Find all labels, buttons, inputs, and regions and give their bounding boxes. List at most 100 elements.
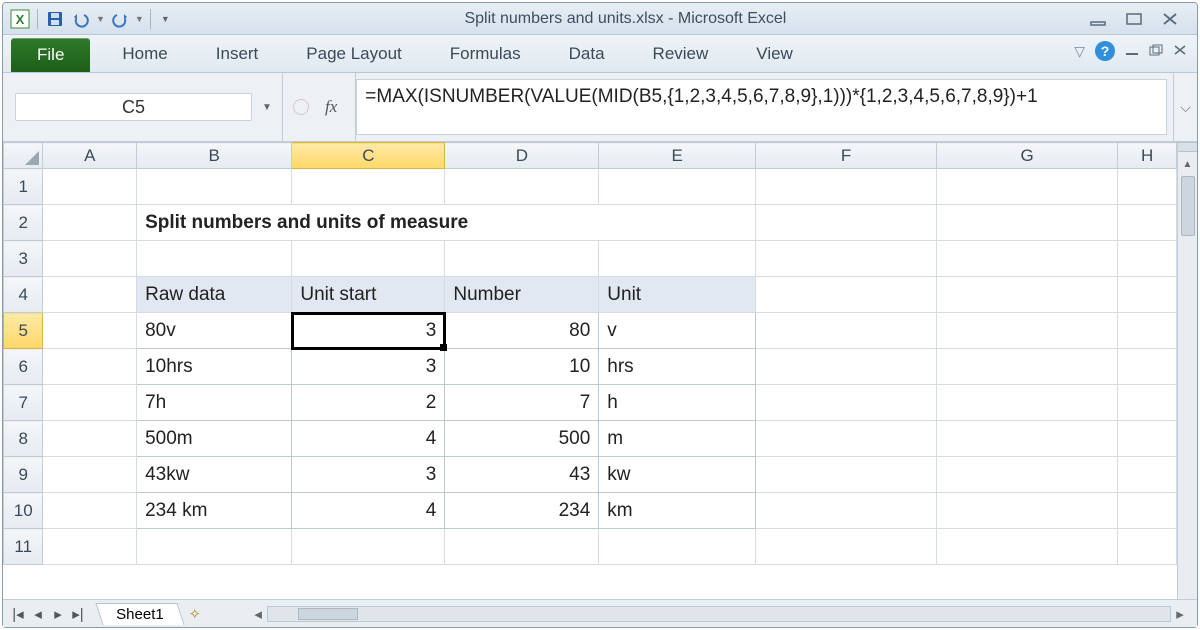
- horizontal-scrollbar[interactable]: ◂ ▸: [241, 605, 1197, 623]
- cell-D6[interactable]: 10: [445, 349, 599, 385]
- col-header-D[interactable]: D: [445, 143, 599, 169]
- vertical-scrollbar[interactable]: ▲: [1177, 142, 1197, 599]
- minimize-icon[interactable]: [1089, 12, 1107, 26]
- sheet-nav-first-icon[interactable]: |◂: [9, 605, 27, 623]
- cell-B5[interactable]: 80v: [137, 313, 292, 349]
- redo-dropdown-icon[interactable]: ▼: [135, 14, 144, 24]
- cell-C5[interactable]: 3: [292, 313, 445, 349]
- cell-B7[interactable]: 7h: [137, 385, 292, 421]
- cell-D5[interactable]: 80: [445, 313, 599, 349]
- col-header-F[interactable]: F: [756, 143, 937, 169]
- redo-icon[interactable]: [109, 8, 131, 30]
- row-header-3[interactable]: 3: [4, 241, 43, 277]
- formula-bar: C5 ▼ fx =MAX(ISNUMBER(VALUE(MID(B5,{1,2,…: [3, 73, 1197, 142]
- row-header-11[interactable]: 11: [4, 529, 43, 565]
- hscroll-thumb[interactable]: [298, 608, 358, 620]
- cell-B8[interactable]: 500m: [137, 421, 292, 457]
- scroll-right-icon[interactable]: ▸: [1171, 605, 1189, 623]
- title-bar: X ▼ ▼ ▼ Split numbers and units.xlsx - M…: [3, 3, 1197, 35]
- undo-icon[interactable]: [70, 8, 92, 30]
- scroll-up-icon[interactable]: ▲: [1178, 154, 1197, 174]
- cell-E5[interactable]: v: [599, 313, 756, 349]
- window-title: Split numbers and units.xlsx - Microsoft…: [180, 10, 1071, 28]
- cell-B10[interactable]: 234 km: [137, 493, 292, 529]
- tab-data[interactable]: Data: [545, 36, 629, 72]
- new-sheet-icon[interactable]: ✧: [189, 605, 202, 623]
- cell-E7[interactable]: h: [599, 385, 756, 421]
- cell-C7[interactable]: 2: [292, 385, 445, 421]
- formula-input[interactable]: =MAX(ISNUMBER(VALUE(MID(B5,{1,2,3,4,5,6,…: [356, 79, 1167, 135]
- column-headers[interactable]: A B C D E F G H: [4, 143, 1177, 169]
- workbook-close-icon[interactable]: [1173, 43, 1187, 59]
- tab-insert[interactable]: Insert: [192, 36, 283, 72]
- sheet-tab-sheet1[interactable]: Sheet1: [95, 603, 184, 625]
- cell-E9[interactable]: kw: [599, 457, 756, 493]
- col-header-G[interactable]: G: [937, 143, 1118, 169]
- sheet-nav-next-icon[interactable]: ▸: [49, 605, 67, 623]
- row-header-6[interactable]: 6: [4, 349, 43, 385]
- col-header-C[interactable]: C: [292, 143, 445, 169]
- cell-D10[interactable]: 234: [445, 493, 599, 529]
- tab-formulas[interactable]: Formulas: [426, 36, 545, 72]
- fx-icon[interactable]: fx: [317, 97, 345, 117]
- cell-B6[interactable]: 10hrs: [137, 349, 292, 385]
- row-header-5[interactable]: 5: [4, 313, 43, 349]
- scroll-left-icon[interactable]: ◂: [249, 605, 267, 623]
- cell-D7[interactable]: 7: [445, 385, 599, 421]
- select-all-corner[interactable]: [4, 143, 43, 169]
- cell-D9[interactable]: 43: [445, 457, 599, 493]
- col-header-E[interactable]: E: [599, 143, 756, 169]
- split-handle[interactable]: [1178, 142, 1197, 152]
- cell-D8[interactable]: 500: [445, 421, 599, 457]
- row-header-8[interactable]: 8: [4, 421, 43, 457]
- col-header-H[interactable]: H: [1118, 143, 1177, 169]
- workbook-restore-icon[interactable]: [1149, 43, 1163, 59]
- header-unit-start[interactable]: Unit start: [292, 277, 445, 313]
- cancel-formula-icon[interactable]: [293, 99, 309, 115]
- maximize-icon[interactable]: [1125, 12, 1143, 26]
- cell-E10[interactable]: km: [599, 493, 756, 529]
- name-box-dropdown-icon[interactable]: ▼: [258, 102, 276, 113]
- ribbon-minimize-icon[interactable]: ▽: [1074, 43, 1085, 60]
- svg-text:X: X: [16, 12, 25, 27]
- help-icon[interactable]: ?: [1095, 41, 1115, 61]
- worksheet-area: A B C D E F G H 1 2 Split numbers and uni…: [3, 142, 1197, 599]
- cell-B9[interactable]: 43kw: [137, 457, 292, 493]
- name-box[interactable]: C5: [15, 93, 252, 121]
- row-header-7[interactable]: 7: [4, 385, 43, 421]
- row-header-2[interactable]: 2: [4, 205, 43, 241]
- vscroll-thumb[interactable]: [1181, 176, 1195, 236]
- file-tab[interactable]: File: [11, 38, 90, 72]
- row-header-9[interactable]: 9: [4, 457, 43, 493]
- header-number[interactable]: Number: [445, 277, 599, 313]
- cell-C9[interactable]: 3: [292, 457, 445, 493]
- row-header-10[interactable]: 10: [4, 493, 43, 529]
- excel-app-icon[interactable]: X: [9, 8, 31, 30]
- worksheet-grid[interactable]: A B C D E F G H 1 2 Split numbers and uni…: [3, 142, 1177, 565]
- tab-review[interactable]: Review: [629, 36, 733, 72]
- cell-C8[interactable]: 4: [292, 421, 445, 457]
- save-icon[interactable]: [44, 8, 66, 30]
- row-header-1[interactable]: 1: [4, 169, 43, 205]
- close-icon[interactable]: [1161, 12, 1179, 26]
- qat-customize-icon[interactable]: ▼: [157, 14, 174, 24]
- undo-dropdown-icon[interactable]: ▼: [96, 14, 105, 24]
- ribbon-tabs: File Home Insert Page Layout Formulas Da…: [3, 35, 1197, 73]
- cell-C10[interactable]: 4: [292, 493, 445, 529]
- tab-page-layout[interactable]: Page Layout: [282, 36, 425, 72]
- col-header-B[interactable]: B: [137, 143, 292, 169]
- cell-E8[interactable]: m: [599, 421, 756, 457]
- cell-C6[interactable]: 3: [292, 349, 445, 385]
- formula-bar-expand-icon[interactable]: ⌵: [1173, 73, 1197, 141]
- col-header-A[interactable]: A: [43, 143, 137, 169]
- tab-home[interactable]: Home: [98, 36, 191, 72]
- header-unit[interactable]: Unit: [599, 277, 756, 313]
- sheet-nav-last-icon[interactable]: ▸|: [69, 605, 87, 623]
- tab-view[interactable]: View: [732, 36, 817, 72]
- cell-E6[interactable]: hrs: [599, 349, 756, 385]
- header-raw-data[interactable]: Raw data: [137, 277, 292, 313]
- workbook-minimize-icon[interactable]: [1125, 43, 1139, 59]
- sheet-title[interactable]: Split numbers and units of measure: [137, 205, 756, 241]
- sheet-nav-prev-icon[interactable]: ◂: [29, 605, 47, 623]
- row-header-4[interactable]: 4: [4, 277, 43, 313]
